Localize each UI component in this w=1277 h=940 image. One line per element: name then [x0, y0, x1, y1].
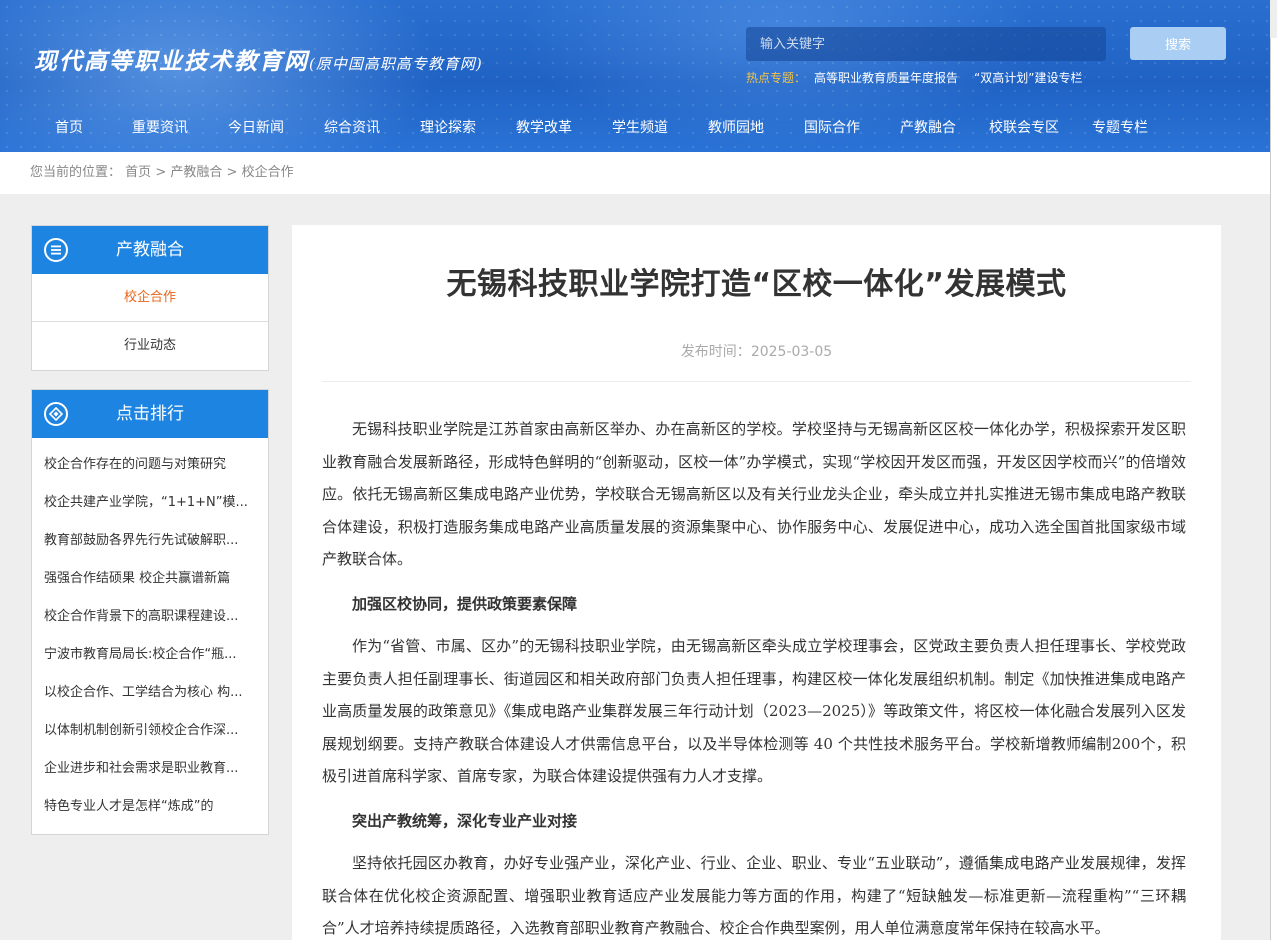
- article-meta: 发布时间：2025-03-05: [292, 341, 1221, 361]
- main-nav: 首页 重要资讯 今日新闻 综合资讯 理论探索 教学改革 学生频道 教师园地 国际…: [26, 108, 1168, 148]
- category-panel-title: 产教融合: [116, 240, 184, 260]
- ranking-panel-title: 点击排行: [116, 404, 184, 424]
- nav-item-general-news[interactable]: 综合资讯: [304, 108, 400, 148]
- divider: [322, 381, 1191, 382]
- nav-item-international[interactable]: 国际合作: [784, 108, 880, 148]
- article: 无锡科技职业学院打造“区校一体化”发展模式 发布时间：2025-03-05 无锡…: [292, 225, 1221, 940]
- ranking-item[interactable]: 校企共建产业学院，“1+1+N”模...: [32, 484, 268, 522]
- logo-title: 现代高等职业技术教育网: [34, 48, 309, 75]
- hot-topic-link[interactable]: 高等职业教育质量年度报告: [814, 71, 958, 85]
- ranking-item[interactable]: 强强合作结硕果 校企共赢谱新篇: [32, 560, 268, 598]
- article-paragraph: 无锡科技职业学院是江苏首家由高新区举办、办在高新区的学校。学校坚持与无锡高新区区…: [322, 420, 1186, 568]
- hot-topics: 热点专题： 高等职业教育质量年度报告 “双高计划”建设专栏: [746, 69, 1082, 86]
- nav-item-alumni-zone[interactable]: 校联会专区: [976, 108, 1072, 148]
- nav-item-theory[interactable]: 理论探索: [400, 108, 496, 148]
- diamond-circle-icon: [44, 402, 68, 426]
- ranking-item[interactable]: 宁波市教育局局长:校企合作“瓶...: [32, 636, 268, 674]
- ranking-panel: 点击排行 校企合作存在的问题与对策研究 校企共建产业学院，“1+1+N”模...…: [31, 389, 269, 835]
- article-paragraph: 作为“省管、市属、区办”的无锡科技职业学院，由无锡高新区牵头成立学校理事会，区党…: [322, 637, 1186, 785]
- hot-topics-label: 热点专题：: [746, 71, 807, 85]
- breadcrumb-category[interactable]: 产教融合: [170, 165, 222, 180]
- nav-item-industry-education[interactable]: 产教融合: [880, 108, 976, 148]
- article-title: 无锡科技职业学院打造“区校一体化”发展模式: [446, 267, 1067, 302]
- breadcrumb-home[interactable]: 首页: [125, 165, 151, 180]
- category-panel-header: 产教融合: [32, 226, 268, 274]
- category-panel: 产教融合 校企合作 行业动态: [31, 225, 269, 371]
- ranking-item[interactable]: 企业进步和社会需求是职业教育...: [32, 750, 268, 788]
- ranking-item[interactable]: 教育部鼓励各界先行先试破解职...: [32, 522, 268, 560]
- page-scrollbar[interactable]: [1270, 38, 1277, 940]
- article-section-heading: 突出产教统筹，深化专业产业对接: [352, 811, 578, 830]
- logo-subtitle: (原中国高职高专教育网): [309, 55, 483, 73]
- hot-topic-link[interactable]: “双高计划”建设专栏: [974, 71, 1082, 85]
- article-section-heading: 加强区校协同，提供政策要素保障: [352, 594, 578, 613]
- publish-label: 发布时间：: [680, 344, 751, 360]
- breadcrumb-prefix: 您当前的位置：: [30, 165, 122, 180]
- ranking-item[interactable]: 以体制机制创新引领校企合作深...: [32, 712, 268, 750]
- breadcrumb-separator: >: [155, 165, 167, 180]
- site-logo[interactable]: 现代高等职业技术教育网(原中国高职高专教育网): [34, 42, 483, 76]
- nav-item-important-news[interactable]: 重要资讯: [112, 108, 208, 148]
- breadcrumb: 您当前的位置： 首页 > 产教融合 > 校企合作: [30, 152, 294, 194]
- breadcrumb-bar: 您当前的位置： 首页 > 产教融合 > 校企合作: [0, 152, 1270, 194]
- publish-date: 2025-03-05: [750, 344, 833, 360]
- nav-item-students[interactable]: 学生频道: [592, 108, 688, 148]
- sidebar-item-industry-news[interactable]: 行业动态: [32, 322, 268, 370]
- nav-item-home[interactable]: 首页: [26, 108, 112, 148]
- ranking-item[interactable]: 特色专业人才是怎样“炼成”的: [32, 788, 268, 826]
- search-input[interactable]: [746, 27, 1106, 61]
- nav-item-today-news[interactable]: 今日新闻: [208, 108, 304, 148]
- article-paragraph: 坚持依托园区办教育，办好专业强产业，深化产业、行业、企业、职业、专业“五业联动”…: [322, 854, 1186, 937]
- ranking-item[interactable]: 以校企合作、工学结合为核心 构...: [32, 674, 268, 712]
- search-button[interactable]: 搜索: [1130, 27, 1226, 60]
- breadcrumb-current[interactable]: 校企合作: [242, 165, 294, 180]
- ranking-list: 校企合作存在的问题与对策研究 校企共建产业学院，“1+1+N”模... 教育部鼓…: [32, 438, 268, 834]
- ranking-panel-header: 点击排行: [32, 390, 268, 438]
- list-circle-icon: [44, 238, 68, 262]
- ranking-item[interactable]: 校企合作背景下的高职课程建设...: [32, 598, 268, 636]
- nav-item-special-topics[interactable]: 专题专栏: [1072, 108, 1168, 148]
- sidebar-item-school-enterprise[interactable]: 校企合作: [32, 274, 268, 322]
- article-body: 无锡科技职业学院是江苏首家由高新区举办、办在高新区的学校。学校坚持与无锡高新区区…: [322, 413, 1186, 940]
- ranking-item[interactable]: 校企合作存在的问题与对策研究: [32, 446, 268, 484]
- site-header: 现代高等职业技术教育网(原中国高职高专教育网) 搜索 热点专题： 高等职业教育质量…: [0, 0, 1270, 152]
- nav-item-teaching-reform[interactable]: 教学改革: [496, 108, 592, 148]
- nav-item-teachers[interactable]: 教师园地: [688, 108, 784, 148]
- breadcrumb-separator: >: [226, 165, 238, 180]
